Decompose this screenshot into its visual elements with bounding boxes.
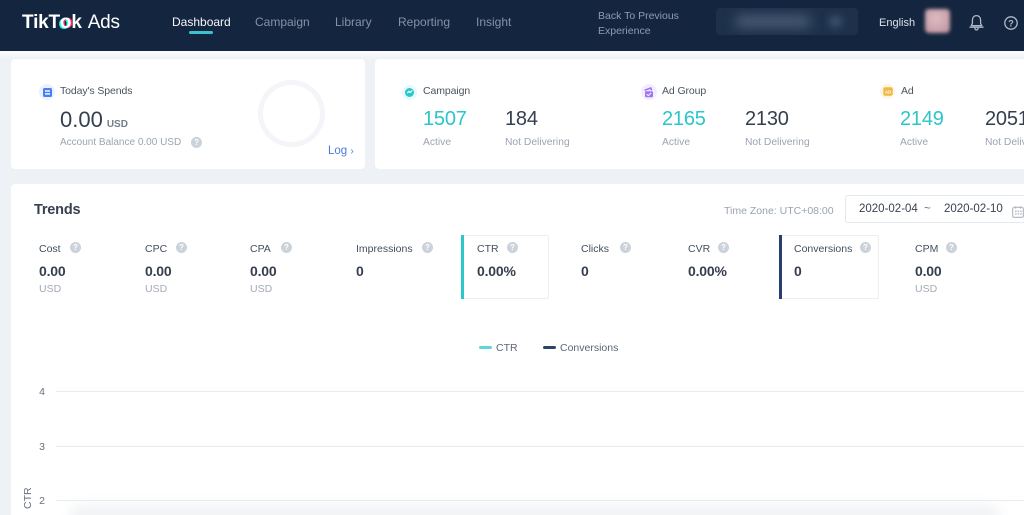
svg-text:?: ?	[1008, 18, 1014, 28]
svg-text:AD: AD	[884, 89, 890, 94]
